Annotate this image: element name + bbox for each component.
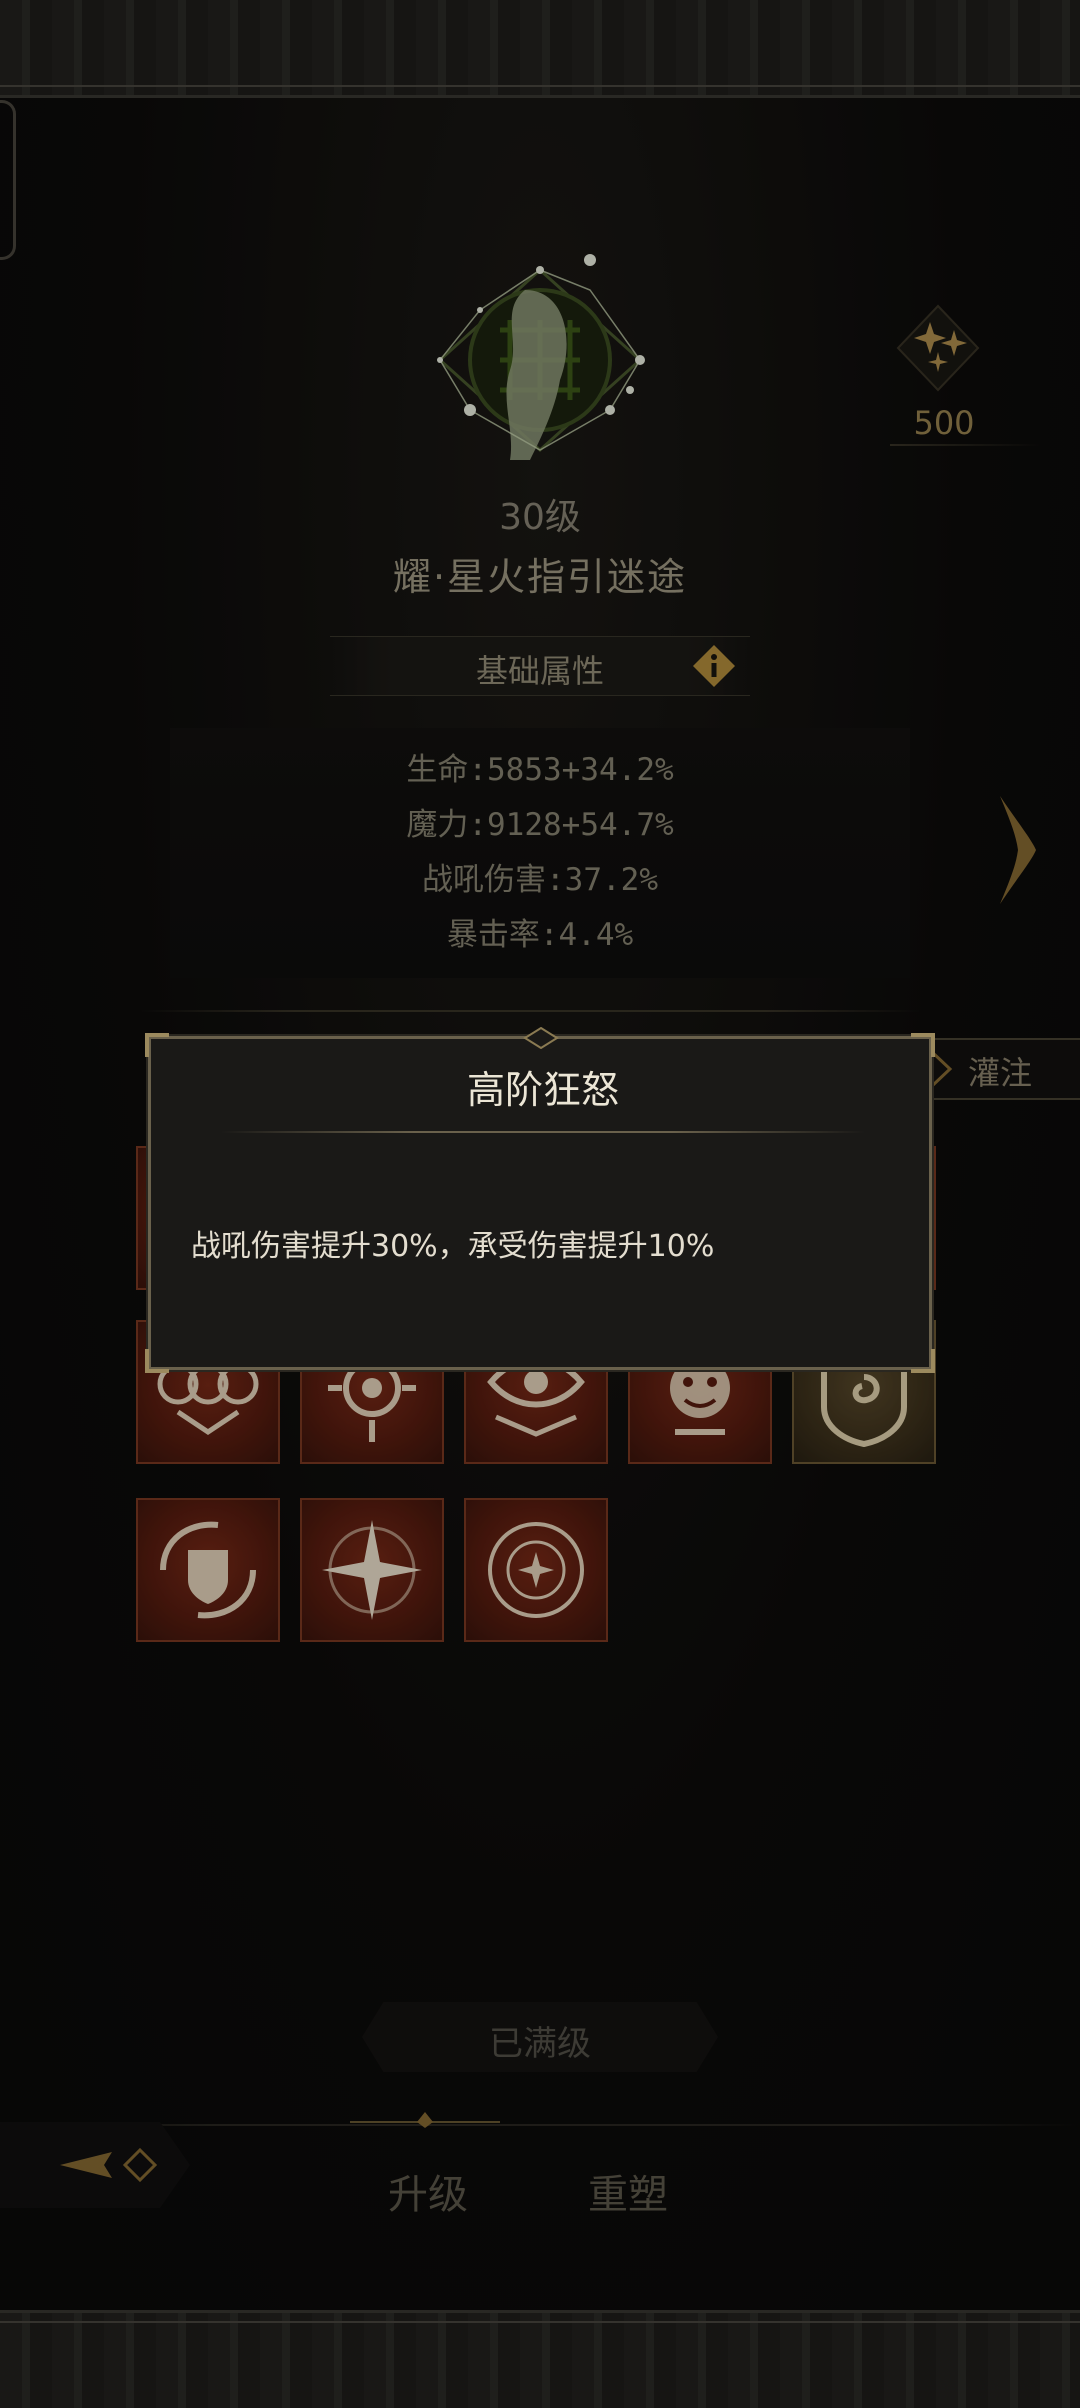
bottom-frame-border	[0, 2310, 1080, 2408]
attribute-warcry-damage: 战吼伤害:37.2%	[422, 862, 658, 898]
left-edge-tab[interactable]	[0, 100, 16, 260]
maxed-level-label: 已满级	[489, 2024, 591, 2064]
attribute-crit-rate: 暴击率:4.4%	[446, 917, 634, 953]
constellation-emblem-icon	[437, 254, 645, 460]
popup-description: 战吼伤害提升30%，承受伤害提升10%	[191, 1229, 715, 1264]
section-title: 基础属性	[475, 652, 604, 690]
gem-ornament-icon	[523, 1027, 559, 1049]
popup-title: 高阶狂怒	[466, 1068, 619, 1112]
skin-name: 耀·星火指引迷途	[392, 555, 688, 599]
skill-tooltip-popup[interactable]: 高阶狂怒 战吼伤害提升30%，承受伤害提升10%	[145, 1027, 935, 1373]
orbit-star-icon	[488, 1522, 584, 1618]
corner-ornament-icon	[911, 1033, 935, 1057]
popup-divider	[221, 1131, 865, 1133]
tab-active-indicator	[350, 2112, 500, 2128]
back-arrow-icon[interactable]	[0, 2122, 190, 2208]
currency-underline	[890, 444, 1040, 446]
info-icon[interactable]	[692, 644, 736, 688]
currency-value: 500	[913, 404, 975, 442]
talent-tile-12[interactable]	[300, 1498, 444, 1642]
attribute-hp: 生命:5853+34.2%	[406, 752, 674, 788]
chevron-right-icon[interactable]	[996, 790, 1040, 910]
shield-vortex-icon	[160, 1521, 256, 1619]
sparkle-stars-icon[interactable]	[890, 300, 986, 396]
infuse-label: 灌注	[968, 1054, 1033, 1092]
skin-level: 30级	[499, 497, 581, 538]
top-frame-border	[0, 0, 1080, 98]
talent-tile-13[interactable]	[464, 1498, 608, 1642]
section-divider	[140, 1010, 920, 1012]
tab-reshape[interactable]: 重塑	[588, 2162, 668, 2220]
attribute-mana: 魔力:9128+54.7%	[406, 807, 674, 843]
tab-upgrade[interactable]: 升级	[388, 2162, 468, 2220]
corner-ornament-icon	[145, 1349, 169, 1373]
four-point-star-icon	[322, 1520, 422, 1620]
talent-tile-11[interactable]	[136, 1498, 280, 1642]
corner-ornament-icon	[911, 1349, 935, 1373]
corner-ornament-icon	[145, 1033, 169, 1057]
